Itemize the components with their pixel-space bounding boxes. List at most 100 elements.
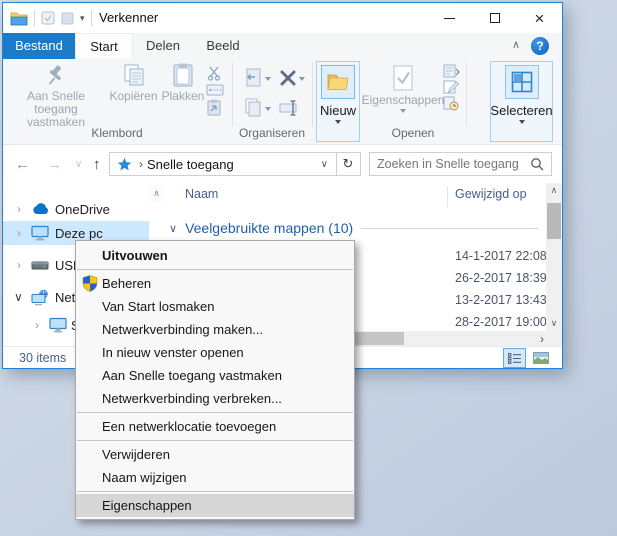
desktop-background: { "colors": { "accent_blue": "#1c7bc9", …	[0, 0, 617, 536]
paste-shortcut-icon[interactable]	[206, 99, 222, 117]
sidebar-scroll-up-icon[interactable]: ∧	[149, 185, 164, 202]
back-icon[interactable]: ←	[15, 145, 30, 183]
menu-item-een-netwerklocatie-toevoegen[interactable]: Een netwerklocatie toevoegen	[76, 415, 354, 438]
maximize-icon	[489, 13, 500, 23]
chevron-down-icon[interactable]: ∨	[14, 290, 23, 304]
menu-item-van-start-losmaken[interactable]: Van Start losmaken	[76, 295, 354, 318]
move-to-dropdown-icon	[265, 77, 271, 81]
column-header-gewijzigd-op[interactable]: Gewijzigd op	[455, 187, 527, 201]
new-button[interactable]: Nieuw	[316, 61, 360, 142]
menu-item-eigenschappen[interactable]: Eigenschappen	[76, 494, 354, 517]
address-dropdown-icon[interactable]: ∨	[321, 159, 328, 170]
refresh-button[interactable]: ↻	[336, 152, 361, 176]
qat-separator	[34, 10, 35, 26]
close-button[interactable]: ×	[517, 3, 562, 33]
tab-start[interactable]: Start	[75, 33, 133, 59]
move-to-button[interactable]	[243, 67, 271, 89]
select-dropdown-icon	[518, 120, 525, 124]
tab-beeld[interactable]: Beeld	[193, 33, 253, 59]
select-grid-icon	[511, 71, 532, 93]
copy-button-label: Kopiëren	[109, 89, 158, 103]
search-input[interactable]	[370, 157, 530, 171]
group-collapse-icon[interactable]: ∨	[169, 222, 177, 235]
copy-icon	[124, 64, 143, 86]
copy-button[interactable]: Kopiëren	[106, 62, 161, 103]
recent-locations-icon[interactable]: ∨	[75, 145, 82, 183]
copy-to-button[interactable]	[243, 97, 271, 119]
menu-item-in-nieuw-venster-openen[interactable]: In nieuw venster openen	[76, 341, 354, 364]
menu-item-label: Aan Snelle toegang vastmaken	[102, 368, 282, 383]
pin-to-quick-access-button[interactable]: Aan Snelle toegang vastmaken	[7, 62, 105, 129]
copy-path-icon[interactable]	[206, 84, 224, 96]
new-dropdown-icon	[335, 120, 341, 124]
properties-dropdown-icon	[400, 109, 406, 113]
help-button[interactable]: ?	[531, 37, 549, 55]
menu-item-label: Een netwerklocatie toevoegen	[102, 419, 277, 434]
forward-icon[interactable]: →	[47, 145, 62, 183]
minimize-button[interactable]	[427, 3, 472, 33]
qat-new-folder-icon[interactable]	[61, 12, 74, 25]
select-button-label: Selecteren	[490, 103, 553, 118]
menu-item-aan-snelle-toegang-vastmaken[interactable]: Aan Snelle toegang vastmaken	[76, 364, 354, 387]
menu-item-label: Verwijderen	[102, 447, 170, 462]
column-header-naam[interactable]: Naam	[185, 187, 218, 201]
delete-button[interactable]	[279, 69, 305, 87]
menu-item-naam-wijzigen[interactable]: Naam wijzigen	[76, 466, 354, 489]
select-button[interactable]: Selecteren	[490, 61, 553, 142]
history-icon[interactable]	[443, 96, 459, 111]
qat-customize-dropdown-icon[interactable]: ▾	[80, 13, 85, 23]
thumbnail-view-icon	[532, 352, 549, 364]
paste-button-label: Plakken	[161, 89, 205, 103]
explorer-app-icon	[10, 12, 28, 25]
collapse-ribbon-icon[interactable]: ∧	[512, 38, 520, 51]
details-view-icon	[508, 352, 521, 364]
properties-button[interactable]: Eigenschappen	[362, 64, 444, 113]
address-breadcrumb-box[interactable]: › Snelle toegang ∨	[109, 152, 337, 176]
rename-button[interactable]	[279, 99, 301, 117]
up-icon[interactable]: ↑	[93, 145, 101, 183]
minimize-icon	[444, 17, 455, 19]
scroll-down-icon[interactable]: ∨	[546, 316, 562, 331]
breadcrumb-location[interactable]: Snelle toegang	[147, 157, 234, 172]
vertical-scrollbar[interactable]: ∧ ∨	[546, 183, 562, 331]
usb-drive-icon	[31, 261, 49, 270]
search-icon[interactable]	[530, 157, 544, 171]
menu-item-label: Uitvouwen	[102, 248, 168, 263]
menu-item-verwijderen[interactable]: Verwijderen	[76, 443, 354, 466]
chevron-right-icon[interactable]: ›	[17, 258, 21, 272]
paste-button[interactable]: Plakken	[161, 62, 205, 103]
ribbon-separator	[466, 62, 467, 126]
sidebar-item-onedrive[interactable]: › OneDrive	[3, 197, 149, 221]
easy-access-icon[interactable]	[443, 64, 461, 78]
maximize-button[interactable]	[472, 3, 517, 33]
tab-bestand[interactable]: Bestand	[3, 33, 75, 59]
chevron-right-icon[interactable]: ›	[35, 318, 39, 332]
menu-item-label: Eigenschappen	[102, 498, 192, 513]
details-view-button[interactable]	[503, 348, 526, 368]
column-divider[interactable]	[447, 187, 448, 207]
chevron-right-icon[interactable]: ›	[17, 202, 21, 216]
menu-item-label: Naam wijzigen	[102, 470, 187, 485]
new-folder-iconbox	[321, 65, 355, 99]
menu-item-netwerkverbinding-verbreken[interactable]: Netwerkverbinding verbreken...	[76, 387, 354, 410]
group-header-frequent-folders[interactable]: ∨ Veelgebruikte mappen (10)	[169, 217, 538, 239]
scroll-right-icon[interactable]: ›	[540, 331, 544, 346]
menu-item-beheren[interactable]: Beheren	[76, 272, 354, 295]
edit-icon[interactable]	[443, 80, 459, 94]
scroll-up-icon[interactable]: ∧	[546, 183, 562, 198]
menu-item-netwerkverbinding-maken[interactable]: Netwerkverbinding maken...	[76, 318, 354, 341]
thumbnail-view-button[interactable]	[529, 348, 552, 368]
vertical-scrollbar-thumb[interactable]	[547, 203, 561, 239]
new-folder-icon	[327, 74, 349, 90]
qat-properties-icon[interactable]	[41, 11, 55, 25]
copy-to-icon	[245, 98, 261, 117]
menu-item-uitvouwen[interactable]: Uitvouwen	[76, 244, 354, 267]
cut-icon[interactable]	[206, 65, 224, 81]
breadcrumb-chevron-icon[interactable]: ›	[139, 157, 143, 171]
search-box	[369, 152, 552, 176]
tab-delen[interactable]: Delen	[133, 33, 193, 59]
network-icon	[31, 289, 48, 305]
chevron-right-icon[interactable]: ›	[17, 226, 21, 240]
window-title: Verkenner	[99, 10, 159, 25]
quick-access-star-icon	[117, 157, 132, 170]
